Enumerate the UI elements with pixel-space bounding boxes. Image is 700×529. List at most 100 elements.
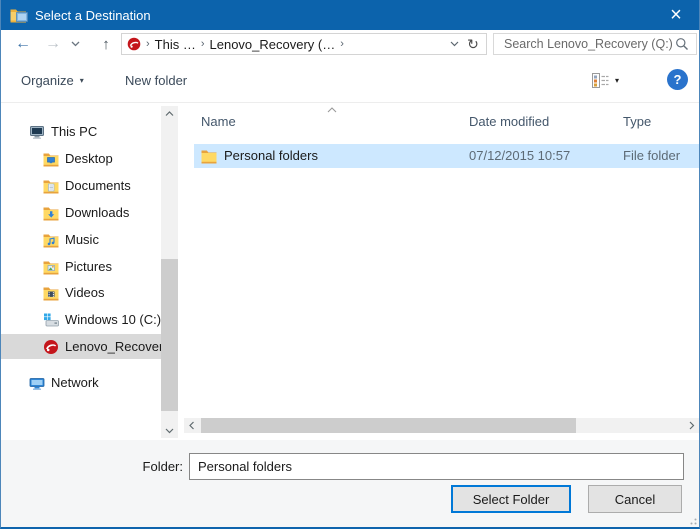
desktop-folder-icon xyxy=(43,151,59,167)
sidebar-item-label: Documents xyxy=(65,178,131,193)
windows-drive-icon xyxy=(43,312,59,328)
scroll-up-button[interactable] xyxy=(161,106,178,121)
lenovo-recovery-icon xyxy=(127,37,141,51)
navigation-row: ← → ↑ › This … › Lenovo_Recovery (… › ↻ xyxy=(1,30,699,58)
refresh-icon: ↻ xyxy=(467,36,479,53)
select-folder-button[interactable]: Select Folder xyxy=(451,485,571,513)
sort-ascending-icon xyxy=(327,107,337,113)
close-icon: × xyxy=(670,5,682,25)
new-folder-button[interactable]: New folder xyxy=(125,58,187,103)
file-type: File folder xyxy=(623,148,680,163)
sidebar-item-music[interactable]: Music xyxy=(1,227,161,252)
sidebar-item-label: This PC xyxy=(51,124,97,139)
downloads-folder-icon xyxy=(43,205,59,221)
dialog-folder-icon xyxy=(10,7,28,23)
sidebar-item-label: Lenovo_Recovery xyxy=(65,339,161,354)
address-bar[interactable]: › This … › Lenovo_Recovery (… › ↻ xyxy=(121,33,487,55)
sidebar-item-label: Desktop xyxy=(65,151,113,166)
sidebar-item-downloads[interactable]: Downloads xyxy=(1,200,161,225)
select-folder-label: Select Folder xyxy=(473,492,550,507)
details-view-icon xyxy=(592,72,609,89)
cancel-label: Cancel xyxy=(615,492,655,507)
file-name: Personal folders xyxy=(224,148,318,163)
breadcrumb-lenovo-recovery[interactable]: Lenovo_Recovery (… xyxy=(210,37,336,52)
content-area: This PC Desktop Documents xyxy=(1,104,699,440)
column-header-date-modified[interactable]: Date modified xyxy=(469,114,549,129)
help-icon: ? xyxy=(674,72,682,87)
lenovo-recovery-icon xyxy=(43,339,59,355)
close-button[interactable]: × xyxy=(653,0,699,30)
up-icon: ↑ xyxy=(102,36,110,53)
sidebar-item-this-pc[interactable]: This PC xyxy=(1,119,161,144)
back-button[interactable]: ← xyxy=(9,30,37,58)
address-history-button[interactable] xyxy=(445,33,463,55)
title-bar: Select a Destination × xyxy=(1,0,699,30)
sidebar-item-windows-10-c[interactable]: Windows 10 (C:) xyxy=(1,307,161,332)
sidebar-item-label: Pictures xyxy=(65,259,112,274)
up-button[interactable]: ↑ xyxy=(93,30,119,58)
crumb-separator-icon: › xyxy=(146,38,150,50)
sidebar-item-videos[interactable]: Videos xyxy=(1,280,161,305)
file-row-personal-folders[interactable]: Personal folders 07/12/2015 10:57 File f… xyxy=(194,144,699,168)
this-pc-icon xyxy=(29,124,45,140)
forward-button[interactable]: → xyxy=(41,30,65,58)
breadcrumb-this-pc[interactable]: This … xyxy=(155,37,196,52)
cancel-button[interactable]: Cancel xyxy=(588,485,682,513)
window-title: Select a Destination xyxy=(35,8,151,23)
crumb-separator-icon: › xyxy=(340,38,344,50)
sidebar-scrollbar-thumb[interactable] xyxy=(161,259,178,411)
column-header-type[interactable]: Type xyxy=(623,114,651,129)
organize-button[interactable]: Organize ▾ xyxy=(21,58,84,103)
dialog-footer: Folder: Select Folder Cancel xyxy=(1,440,699,527)
select-destination-dialog: Select a Destination × ← → ↑ › This … › … xyxy=(0,0,700,529)
chevron-up-icon xyxy=(165,111,174,117)
scroll-right-button[interactable] xyxy=(684,418,699,433)
horizontal-scrollbar-thumb[interactable] xyxy=(201,418,576,433)
chevron-down-icon: ▾ xyxy=(80,76,84,85)
sidebar-item-pictures[interactable]: Pictures xyxy=(1,254,161,279)
sidebar-item-lenovo-recovery[interactable]: Lenovo_Recovery xyxy=(1,334,161,359)
network-icon xyxy=(29,375,45,391)
folder-icon xyxy=(201,148,217,164)
file-date-modified: 07/12/2015 10:57 xyxy=(469,148,570,163)
search-icon xyxy=(675,37,689,51)
scroll-left-button[interactable] xyxy=(184,418,199,433)
change-view-button[interactable]: ▾ xyxy=(592,70,619,91)
chevron-left-icon xyxy=(189,421,195,430)
recent-locations-button[interactable] xyxy=(67,30,83,58)
resize-grip[interactable] xyxy=(687,515,697,525)
crumb-separator-icon: › xyxy=(201,38,205,50)
chevron-right-icon xyxy=(689,421,695,430)
back-icon: ← xyxy=(15,35,31,53)
help-button[interactable]: ? xyxy=(667,69,688,90)
folder-label: Folder: xyxy=(119,459,183,474)
column-header-name[interactable]: Name xyxy=(201,114,236,129)
forward-icon: → xyxy=(45,35,61,53)
chevron-down-icon: ▾ xyxy=(615,76,619,85)
organize-label: Organize xyxy=(21,73,74,88)
sidebar-item-documents[interactable]: Documents xyxy=(1,173,161,198)
search-box xyxy=(493,33,697,55)
command-bar: Organize ▾ New folder ▾ ? xyxy=(1,58,699,103)
sidebar-item-label: Windows 10 (C:) xyxy=(65,312,161,327)
sidebar-item-desktop[interactable]: Desktop xyxy=(1,146,161,171)
sidebar-item-label: Network xyxy=(51,375,99,390)
sidebar-item-network[interactable]: Network xyxy=(1,370,161,395)
sidebar-item-label: Downloads xyxy=(65,205,129,220)
folder-name-input[interactable] xyxy=(189,453,684,480)
scroll-down-button[interactable] xyxy=(161,423,178,438)
search-input[interactable] xyxy=(494,37,673,51)
chevron-down-icon xyxy=(450,41,459,47)
chevron-down-icon xyxy=(71,41,80,47)
chevron-down-icon xyxy=(165,428,174,434)
list-horizontal-scrollbar[interactable] xyxy=(184,418,699,433)
new-folder-label: New folder xyxy=(125,73,187,88)
sidebar-item-label: Music xyxy=(65,232,99,247)
sidebar-item-label: Videos xyxy=(65,285,105,300)
sidebar-scrollbar[interactable] xyxy=(161,106,178,438)
music-folder-icon xyxy=(43,232,59,248)
documents-folder-icon xyxy=(43,178,59,194)
videos-folder-icon xyxy=(43,285,59,301)
pictures-folder-icon xyxy=(43,259,59,275)
refresh-button[interactable]: ↻ xyxy=(463,33,483,55)
